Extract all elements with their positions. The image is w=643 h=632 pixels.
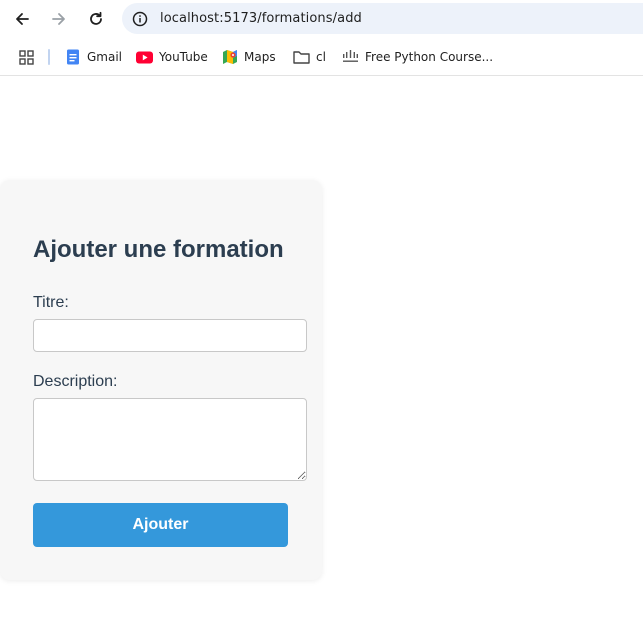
bookmark-label: YouTube <box>159 50 208 64</box>
bookmark-label: Maps <box>244 50 276 64</box>
forward-arrow-icon <box>52 13 65 25</box>
apps-grid-icon <box>19 49 34 65</box>
bookmark-maps[interactable]: Maps <box>222 47 276 67</box>
reload-icon <box>90 11 102 25</box>
description-textarea[interactable] <box>33 398 307 481</box>
cisco-icon <box>343 50 358 62</box>
titre-input[interactable] <box>33 319 307 352</box>
bookmarks-bar: Gmail YouTube Maps cl Free Python Course… <box>0 38 643 76</box>
ajouter-button[interactable]: Ajouter <box>33 503 288 547</box>
description-label: Description: <box>33 373 118 390</box>
bookmark-youtube[interactable]: YouTube <box>136 47 208 67</box>
youtube-icon <box>136 51 153 63</box>
bookmark-gmail[interactable]: Gmail <box>65 47 122 67</box>
bookmarks-separator <box>48 49 50 65</box>
maps-icon <box>223 50 237 64</box>
browser-toolbar: localhost:5173/formations/add <box>0 0 643 38</box>
page-title: Ajouter une formation <box>33 236 284 263</box>
bookmark-label: Free Python Course... <box>365 50 494 64</box>
site-info-icon[interactable] <box>132 11 148 27</box>
bookmark-folder-cl[interactable]: cl <box>293 47 326 67</box>
bookmark-python-course[interactable]: Free Python Course... <box>342 47 493 67</box>
url-text[interactable]: localhost:5173/formations/add <box>160 11 362 26</box>
back-arrow-icon <box>16 13 29 25</box>
bookmark-label: cl <box>316 50 326 64</box>
bookmark-label: Gmail <box>87 50 123 64</box>
apps-button[interactable] <box>19 47 34 67</box>
folder-icon <box>293 51 310 64</box>
gmail-icon <box>67 49 79 65</box>
forward-button[interactable] <box>46 6 72 32</box>
titre-label: Titre: <box>33 294 69 311</box>
address-bar[interactable]: localhost:5173/formations/add <box>122 3 643 34</box>
back-button[interactable] <box>9 6 35 32</box>
reload-button[interactable] <box>83 6 109 32</box>
